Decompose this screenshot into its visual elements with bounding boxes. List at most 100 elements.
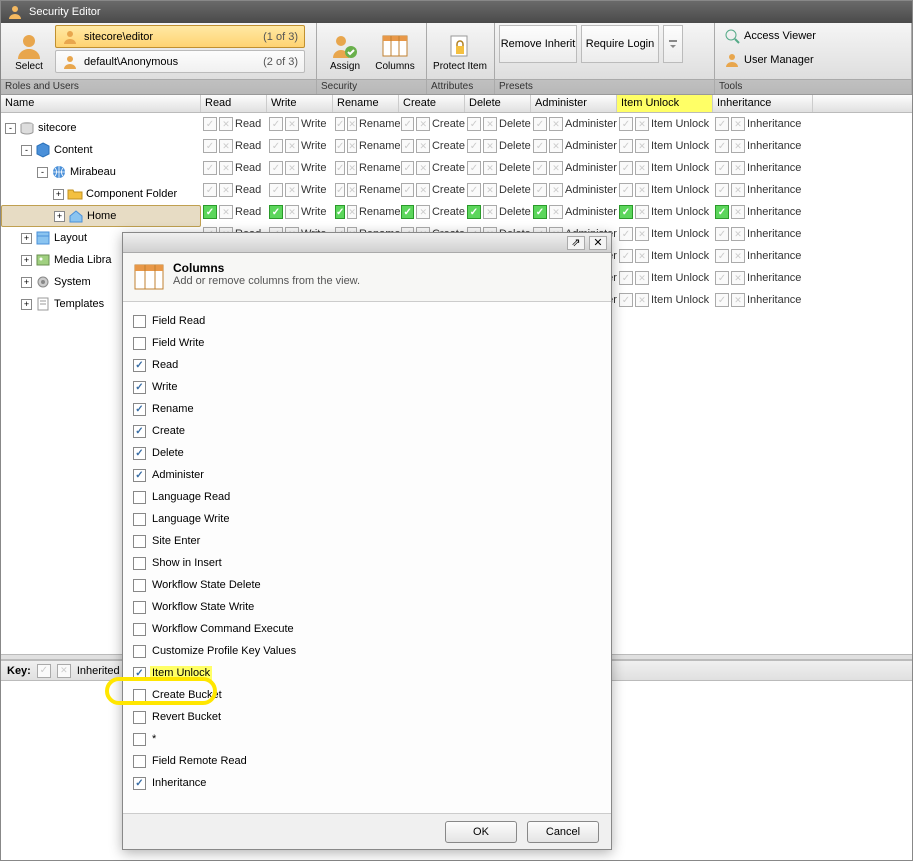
expand-toggle[interactable]: +	[54, 211, 65, 222]
allow-checkbox[interactable]	[619, 227, 633, 241]
protect-item-button[interactable]: Protect Item	[431, 25, 489, 77]
columns-button[interactable]: Columns	[371, 25, 419, 77]
expand-toggle[interactable]: -	[21, 145, 32, 156]
deny-checkbox[interactable]	[219, 139, 233, 153]
column-checkbox[interactable]	[133, 359, 146, 372]
deny-checkbox[interactable]	[285, 117, 299, 131]
allow-checkbox[interactable]	[203, 139, 217, 153]
allow-checkbox[interactable]	[467, 161, 481, 175]
deny-checkbox[interactable]	[416, 205, 429, 219]
deny-checkbox[interactable]	[731, 205, 745, 219]
allow-checkbox[interactable]	[269, 183, 283, 197]
allow-checkbox[interactable]	[533, 183, 547, 197]
tree-row[interactable]: -sitecore	[1, 117, 201, 139]
deny-checkbox[interactable]	[219, 205, 233, 219]
column-header[interactable]: Read	[201, 95, 267, 112]
column-checkbox[interactable]	[133, 337, 146, 350]
deny-checkbox[interactable]	[483, 183, 497, 197]
column-checkbox[interactable]	[133, 535, 146, 548]
column-checkbox[interactable]	[133, 491, 146, 504]
allow-checkbox[interactable]	[715, 227, 729, 241]
allow-checkbox[interactable]	[619, 205, 633, 219]
expand-toggle[interactable]: +	[21, 255, 32, 266]
require-login-button[interactable]: Require Login	[581, 25, 659, 63]
deny-checkbox[interactable]	[219, 117, 233, 131]
deny-checkbox[interactable]	[635, 139, 649, 153]
allow-checkbox[interactable]	[715, 249, 729, 263]
allow-checkbox[interactable]	[715, 271, 729, 285]
allow-checkbox[interactable]	[715, 161, 729, 175]
deny-checkbox[interactable]	[549, 139, 563, 153]
column-checkbox[interactable]	[133, 711, 146, 724]
allow-checkbox[interactable]	[619, 183, 633, 197]
deny-checkbox[interactable]	[731, 161, 745, 175]
deny-checkbox[interactable]	[285, 183, 299, 197]
deny-checkbox[interactable]	[549, 117, 563, 131]
ok-button[interactable]: OK	[445, 821, 517, 843]
allow-checkbox[interactable]	[335, 205, 345, 219]
column-header[interactable]: Rename	[333, 95, 399, 112]
deny-checkbox[interactable]	[731, 117, 745, 131]
deny-checkbox[interactable]	[483, 205, 497, 219]
allow-checkbox[interactable]	[467, 139, 481, 153]
dialog-titlebar[interactable]: ⇗ ✕	[123, 233, 611, 253]
deny-checkbox[interactable]	[731, 271, 745, 285]
tree-row[interactable]: -Content	[1, 139, 201, 161]
account-row-0[interactable]: sitecore\editor(1 of 3)	[55, 25, 305, 48]
column-checkbox[interactable]	[133, 755, 146, 768]
deny-checkbox[interactable]	[416, 161, 429, 175]
allow-checkbox[interactable]	[335, 139, 345, 153]
column-checkbox[interactable]	[133, 381, 146, 394]
deny-checkbox[interactable]	[731, 227, 745, 241]
allow-checkbox[interactable]	[401, 117, 414, 131]
allow-checkbox[interactable]	[619, 161, 633, 175]
allow-checkbox[interactable]	[401, 183, 414, 197]
column-checkbox[interactable]	[133, 733, 146, 746]
column-header[interactable]: Create	[399, 95, 465, 112]
allow-checkbox[interactable]	[715, 183, 729, 197]
column-checkbox[interactable]	[133, 689, 146, 702]
select-account-button[interactable]: Select	[5, 25, 53, 77]
allow-checkbox[interactable]	[401, 205, 414, 219]
allow-checkbox[interactable]	[533, 139, 547, 153]
deny-checkbox[interactable]	[219, 183, 233, 197]
account-row-1[interactable]: default\Anonymous(2 of 3)	[55, 50, 305, 73]
allow-checkbox[interactable]	[269, 139, 283, 153]
column-checkbox[interactable]	[133, 469, 146, 482]
column-checkbox[interactable]	[133, 557, 146, 570]
allow-checkbox[interactable]	[715, 117, 729, 131]
expand-toggle[interactable]: +	[21, 299, 32, 310]
column-checkbox[interactable]	[133, 579, 146, 592]
column-checkbox[interactable]	[133, 425, 146, 438]
allow-checkbox[interactable]	[533, 161, 547, 175]
deny-checkbox[interactable]	[731, 249, 745, 263]
tree-row[interactable]: +Home	[1, 205, 201, 227]
deny-checkbox[interactable]	[219, 161, 233, 175]
deny-checkbox[interactable]	[549, 161, 563, 175]
allow-checkbox[interactable]	[269, 161, 283, 175]
cancel-button[interactable]: Cancel	[527, 821, 599, 843]
deny-checkbox[interactable]	[635, 293, 649, 307]
deny-checkbox[interactable]	[635, 117, 649, 131]
allow-checkbox[interactable]	[467, 205, 481, 219]
allow-checkbox[interactable]	[467, 183, 481, 197]
allow-checkbox[interactable]	[401, 139, 414, 153]
deny-checkbox[interactable]	[416, 183, 429, 197]
deny-checkbox[interactable]	[635, 205, 649, 219]
allow-checkbox[interactable]	[203, 183, 217, 197]
column-checkbox[interactable]	[133, 447, 146, 460]
tree-row[interactable]: -Mirabeau	[1, 161, 201, 183]
deny-checkbox[interactable]	[635, 271, 649, 285]
allow-checkbox[interactable]	[533, 117, 547, 131]
column-header[interactable]: Delete	[465, 95, 531, 112]
column-checkbox[interactable]	[133, 623, 146, 636]
column-checkbox[interactable]	[133, 403, 146, 416]
deny-checkbox[interactable]	[635, 161, 649, 175]
column-header[interactable]: Name	[1, 95, 201, 112]
deny-checkbox[interactable]	[635, 227, 649, 241]
allow-checkbox[interactable]	[269, 117, 283, 131]
deny-checkbox[interactable]	[347, 205, 357, 219]
allow-checkbox[interactable]	[619, 117, 633, 131]
allow-checkbox[interactable]	[619, 139, 633, 153]
deny-checkbox[interactable]	[483, 117, 497, 131]
